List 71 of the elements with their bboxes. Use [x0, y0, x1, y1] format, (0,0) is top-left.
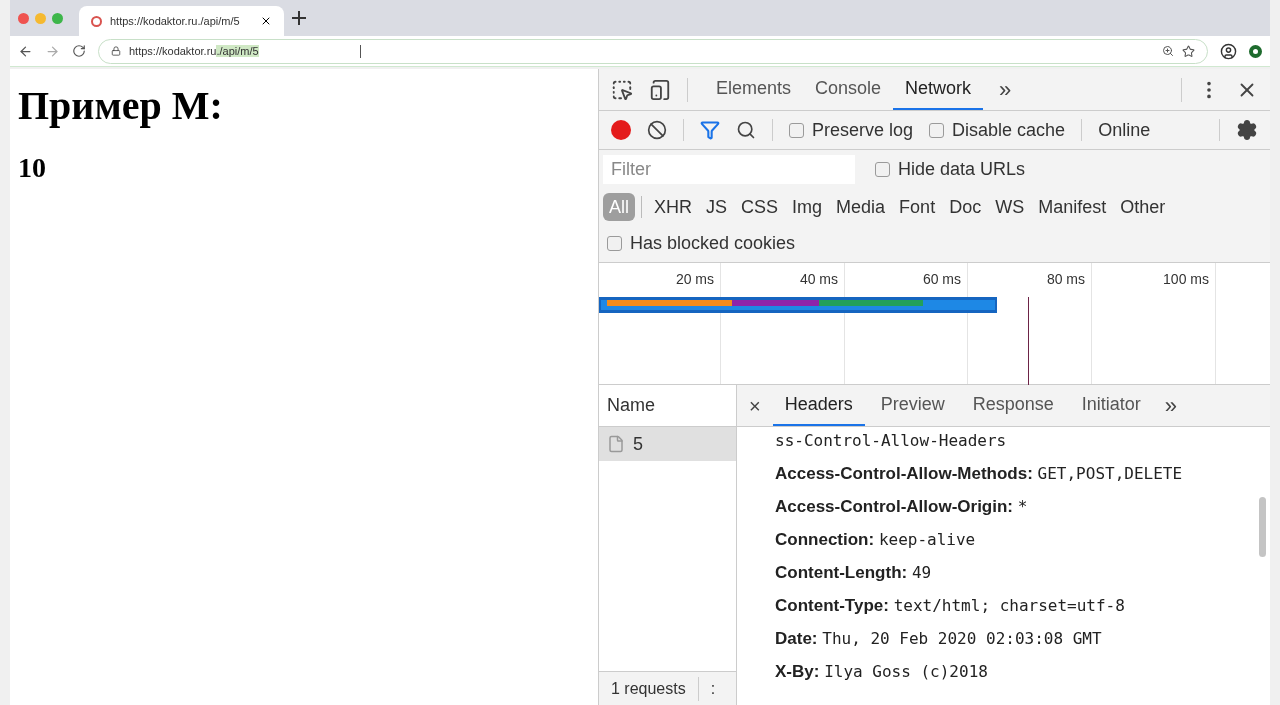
type-filter-button[interactable]: Media [830, 193, 892, 221]
devtools-tab[interactable]: Network [893, 69, 984, 110]
reload-icon[interactable] [72, 44, 86, 58]
page-heading: Пример M: [18, 82, 224, 130]
time-tick-label: 40 ms [799, 270, 838, 287]
checkbox[interactable] [875, 162, 890, 177]
close-detail-button[interactable]: × [749, 390, 761, 421]
header-line: Connection: keep-alive [775, 529, 977, 551]
more-tabs-button[interactable]: » [999, 73, 1012, 106]
status-text: : [697, 676, 716, 701]
device-toolbar-icon[interactable] [649, 78, 671, 101]
type-filter-button[interactable]: Font [893, 193, 942, 221]
detail-tab[interactable]: Initiator [1069, 385, 1153, 426]
filter-icon[interactable] [700, 120, 720, 140]
type-filter-button[interactable]: CSS [735, 193, 785, 221]
url-text: https://kodaktor.ru./api/m/5 [129, 43, 259, 59]
bookmark-icon[interactable] [1182, 44, 1195, 58]
devtools-tab[interactable]: Console [803, 69, 894, 110]
header-line: Access-Control-Allow-Origin: * [775, 496, 1029, 518]
detail-tab[interactable]: Response [960, 385, 1066, 426]
scrollbar-thumb[interactable] [1259, 497, 1266, 557]
header-text: ss-Control-Allow-Headers [775, 430, 1008, 452]
clear-icon[interactable] [647, 120, 667, 140]
status-text: 1 requests [611, 678, 686, 699]
filter-field[interactable]: Filter [603, 155, 855, 184]
type-filter-button[interactable]: Img [786, 193, 829, 221]
search-icon[interactable] [736, 120, 756, 140]
close-tab-icon[interactable] [260, 15, 272, 27]
time-tick-label: 100 ms [1163, 270, 1209, 287]
header-line: Content-Length: 49 [775, 562, 933, 584]
type-filter-button[interactable]: Manifest [1032, 193, 1113, 221]
request-row[interactable]: 5 [599, 427, 736, 461]
checkbox-label: Has blocked cookies [630, 232, 796, 255]
type-filter-button[interactable]: WS [989, 193, 1031, 221]
time-tick-label: 80 ms [1046, 270, 1085, 287]
type-filter-button[interactable]: Other [1114, 193, 1172, 221]
detail-tab[interactable]: Preview [868, 385, 957, 426]
tab-title: https://kodaktor.ru./api/m/5 [110, 13, 241, 29]
time-tick-label: 60 ms [922, 270, 961, 287]
type-filter-button[interactable]: XHR [648, 193, 699, 221]
page-value: 10 [18, 151, 47, 185]
type-filter-button[interactable]: Doc [943, 193, 988, 221]
more-tabs-button[interactable]: » [1164, 389, 1178, 422]
browser-tab[interactable]: https://kodaktor.ru./api/m/5 [79, 6, 284, 36]
throttling-dropdown[interactable]: Online [1098, 116, 1151, 144]
checkbox[interactable] [607, 236, 622, 251]
checkbox-label: Disable cache [952, 118, 1066, 142]
lock-icon [111, 46, 121, 56]
time-tick-label: 20 ms [675, 270, 714, 287]
record-icon[interactable] [611, 120, 631, 140]
header-line: Access-Control-Allow-Methods: GET,POST,DELETE [775, 463, 1184, 485]
header-line: Date: Thu, 20 Feb 2020 02:03:08 GMT [775, 628, 1103, 650]
close-window-icon[interactable] [18, 12, 29, 24]
detail-tab[interactable]: Headers [772, 385, 865, 426]
back-icon[interactable] [18, 43, 33, 59]
header-line: X-By: Ilya Goss (c)2018 [775, 661, 989, 683]
checkbox-label: Preserve log [812, 118, 914, 142]
header-line: Content-Type: text/html; charset=utf-8 [775, 595, 1126, 617]
type-filter-button[interactable]: JS [700, 193, 734, 221]
zoom-icon[interactable] [1162, 45, 1174, 57]
settings-icon[interactable] [1236, 119, 1258, 141]
checkbox[interactable] [929, 122, 945, 138]
inspect-icon[interactable] [611, 78, 633, 101]
checkbox[interactable] [789, 122, 804, 138]
document-icon [607, 435, 625, 453]
checkbox-label: Hide data URLs [898, 158, 1026, 181]
devtools-tab[interactable]: Elements [704, 69, 804, 110]
profile-icon[interactable] [1220, 42, 1237, 60]
new-tab-icon[interactable] [292, 11, 306, 25]
extension-icon[interactable] [1249, 44, 1262, 58]
favicon-icon [91, 15, 102, 27]
